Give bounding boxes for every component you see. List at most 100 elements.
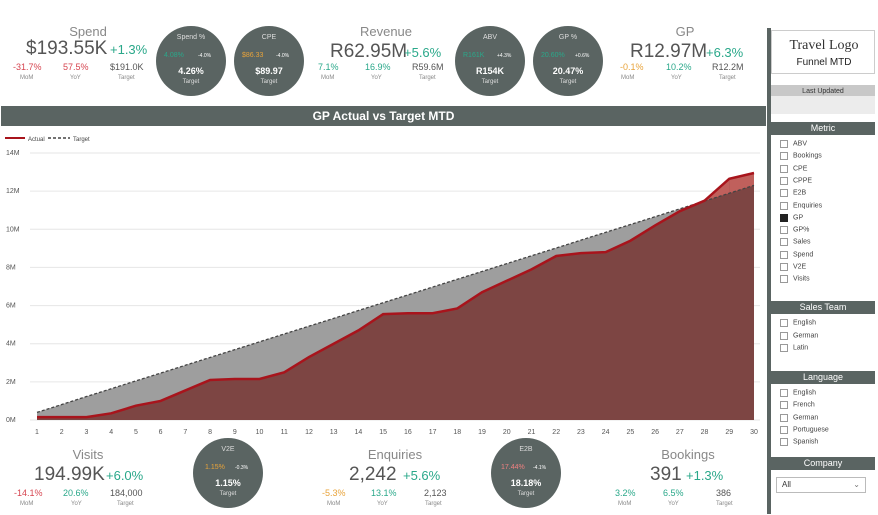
checkbox-icon[interactable]	[780, 389, 788, 397]
metric-option-v2e[interactable]: V2E	[780, 263, 806, 271]
enquiries-mom: -5.3%	[322, 488, 346, 498]
metric-option-e2b[interactable]: E2B	[780, 189, 807, 198]
gp-pct-target-label: Target	[559, 79, 577, 85]
language-option-german[interactable]: German	[780, 413, 818, 422]
metric-option-cppe[interactable]: CPPE	[780, 176, 812, 185]
company-dropdown-value: All	[782, 480, 791, 489]
metric-option-abv[interactable]: ABV	[780, 140, 807, 148]
language-option-spanish[interactable]: Spanish	[780, 438, 818, 447]
language-option-english[interactable]: English	[780, 389, 816, 397]
company-dropdown[interactable]: All ⌄	[776, 477, 866, 493]
bookings-target-label: Target	[716, 501, 733, 507]
travel-logo: Travel Logo	[789, 38, 859, 53]
metric-option-label: Visits	[793, 275, 810, 283]
language-option-french[interactable]: French	[780, 401, 815, 410]
language-option-portuguese[interactable]: Portuguese	[780, 425, 829, 434]
e2b-target-label: Target	[517, 491, 535, 497]
x-tick-label: 29	[725, 429, 733, 436]
bookings-yoy-label: YoY	[668, 501, 679, 507]
checkbox-icon[interactable]	[780, 250, 788, 259]
metric-option-cpe[interactable]: CPE	[780, 164, 807, 173]
metric-option-gp[interactable]: GP	[780, 213, 803, 222]
visits-mom-label: MoM	[20, 501, 34, 507]
checkbox-icon[interactable]	[780, 140, 788, 148]
language-option-label: Portuguese	[793, 426, 829, 434]
gp-mom: -0.1%	[620, 62, 644, 72]
visits-yoy-label: YoY	[71, 501, 82, 507]
metric-option-bookings[interactable]: Bookings	[780, 152, 822, 161]
metric-option-visits[interactable]: Visits	[780, 275, 810, 284]
gp-mom-label: MoM	[621, 75, 635, 81]
v2e-actual: 1.15%	[205, 464, 225, 471]
bookings-mom: 3.2%	[615, 488, 636, 498]
abv-gauge: ABV R161K +4.3% R154K Target	[455, 26, 525, 96]
checkbox-icon[interactable]	[780, 331, 788, 340]
v2e-target: 1.15%	[215, 478, 241, 488]
spend-pct-gauge: Spend % 4.08% -4.0% 4.26% Target	[156, 26, 226, 96]
cpe-target: $89.97	[255, 66, 283, 76]
metric-option-gp-[interactable]: GP%	[780, 226, 809, 235]
e2b-target: 18.18%	[510, 478, 542, 488]
visits-value: 194.99K	[34, 464, 105, 485]
cpe-gauge: CPE $86.33 -4.0% $89.97 Target	[234, 26, 304, 96]
revenue-mom: 7.1%	[318, 62, 339, 72]
checkbox-icon[interactable]	[780, 275, 788, 284]
checkbox-icon[interactable]	[780, 152, 788, 161]
cpe-actual: $86.33	[242, 52, 264, 59]
revenue-mom-label: MoM	[321, 75, 335, 81]
x-tick-label: 18	[453, 429, 461, 436]
x-tick-label: 17	[429, 429, 437, 436]
metric-option-sales[interactable]: Sales	[780, 238, 811, 247]
sales-team-option-latin[interactable]: Latin	[780, 344, 808, 352]
language-option-label: French	[793, 401, 815, 409]
gp-pct-delta: +0.6%	[575, 53, 590, 59]
checkbox-icon[interactable]	[780, 201, 788, 210]
x-tick-label: 11	[281, 429, 288, 436]
chart-title: GP Actual vs Target MTD	[1, 106, 766, 126]
checkbox-icon[interactable]	[780, 263, 788, 271]
sales-team-option-label: Latin	[793, 344, 809, 352]
visits-title: Visits	[72, 447, 104, 462]
gp-yoy: 10.2%	[666, 62, 692, 72]
x-tick-label: 4	[109, 429, 113, 436]
checkbox-icon[interactable]	[780, 164, 788, 173]
e2b-title: E2B	[519, 446, 533, 453]
checkbox-icon[interactable]	[780, 438, 788, 447]
chevron-down-icon: ⌄	[853, 480, 860, 489]
spend-target-label: Target	[118, 75, 135, 81]
revenue-yoy: 16.9%	[365, 62, 391, 72]
checkbox-icon[interactable]	[780, 226, 788, 235]
language-header: Language	[771, 371, 875, 384]
gp-target-label: Target	[719, 75, 736, 81]
metric-option-label: E2B	[793, 189, 807, 197]
x-tick-label: 14	[355, 429, 363, 436]
metric-option-spend[interactable]: Spend	[780, 250, 813, 259]
checkbox-icon[interactable]	[780, 238, 788, 247]
enquiries-mom-label: MoM	[327, 501, 341, 507]
checkbox-icon[interactable]	[780, 319, 788, 327]
gp-pct-gauge: GP % 20.60% +0.6% 20.47% Target	[533, 26, 603, 96]
x-tick-label: 6	[159, 429, 163, 436]
metric-option-enquiries[interactable]: Enquiries	[780, 201, 822, 210]
checkbox-icon[interactable]	[780, 344, 788, 352]
revenue-yoy-label: YoY	[371, 75, 382, 81]
e2b-gauge: E2B 17.44% -4.1% 18.18% Target	[491, 438, 561, 508]
x-tick-label: 21	[528, 429, 536, 436]
gp-area-chart: Actual Target 0M2M4M6M8M10M12M14M 123456…	[5, 137, 760, 436]
spend-pct-delta: -4.0%	[198, 53, 212, 59]
x-tick-label: 5	[134, 429, 138, 436]
enquiries-change: +5.6%	[403, 468, 441, 483]
abv-title: ABV	[482, 34, 497, 41]
checkbox-icon[interactable]	[780, 413, 788, 422]
y-tick-label: 0M	[6, 417, 16, 424]
checkbox-icon[interactable]	[780, 425, 788, 434]
checkbox-icon[interactable]	[780, 213, 788, 222]
sales-team-option-german[interactable]: German	[780, 331, 818, 340]
checkbox-icon[interactable]	[780, 176, 788, 185]
gp-pct-title: GP %	[558, 34, 578, 41]
checkbox-icon[interactable]	[780, 189, 788, 198]
sales-team-option-english[interactable]: English	[780, 319, 816, 327]
revenue-change: +5.6%	[404, 45, 442, 60]
checkbox-icon[interactable]	[780, 401, 788, 410]
metric-option-label: V2E	[793, 263, 807, 271]
